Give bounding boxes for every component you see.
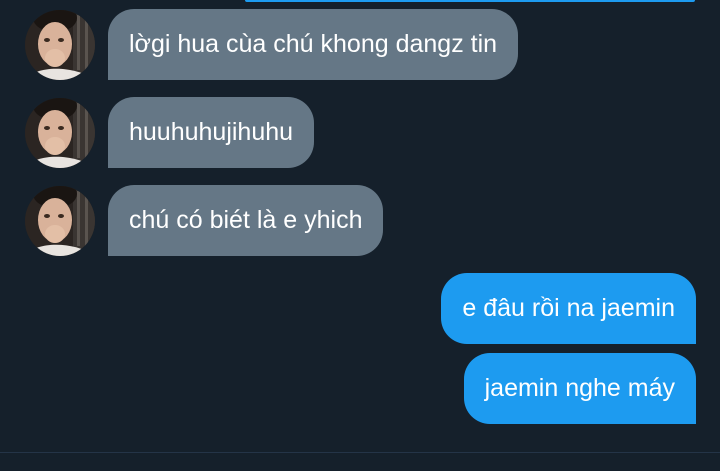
user-avatar[interactable] [25, 9, 95, 80]
message-row-outgoing: jaemin nghe máy [463, 353, 696, 424]
message-row-incoming: huuhuhujihuhu [25, 97, 315, 168]
avatar-photo-icon [25, 185, 95, 256]
avatar-photo-icon [25, 97, 95, 168]
incoming-message-bubble[interactable]: chú có biét là e yhich [108, 185, 384, 256]
incoming-message-bubble[interactable]: lờgi hua cùa chú khong dangz tin [108, 9, 519, 80]
avatar-photo-icon [25, 9, 95, 80]
message-row-incoming: lờgi hua cùa chú khong dangz tin [25, 9, 519, 80]
previous-message-bubble-edge [245, 0, 695, 2]
outgoing-message-bubble[interactable]: jaemin nghe máy [463, 353, 696, 424]
message-row-incoming: chú có biét là e yhich [25, 185, 384, 256]
composer-divider [0, 452, 720, 453]
incoming-message-bubble[interactable]: huuhuhujihuhu [108, 97, 315, 168]
message-row-outgoing: e đâu rồi na jaemin [441, 273, 696, 344]
user-avatar[interactable] [25, 185, 95, 256]
outgoing-message-bubble[interactable]: e đâu rồi na jaemin [441, 273, 696, 344]
user-avatar[interactable] [25, 97, 95, 168]
